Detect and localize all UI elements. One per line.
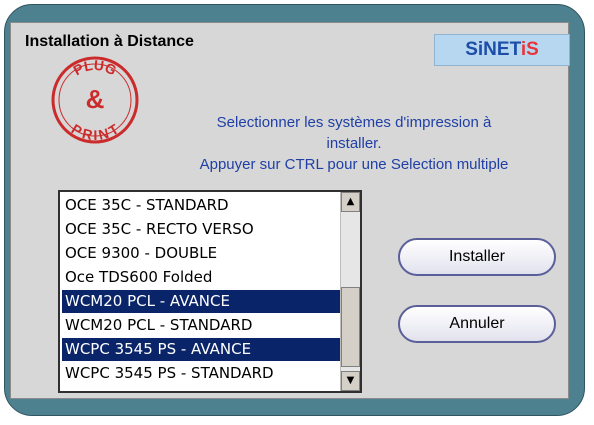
install-button[interactable]: Installer	[398, 238, 556, 276]
list-item[interactable]: OCE 35C - STANDARD	[62, 194, 341, 217]
logo-bottom-text: PRINT	[69, 120, 122, 143]
message-line: Selectionner les systèmes d'impression à	[216, 114, 492, 131]
list-item[interactable]: OCE 9300 - DOUBLE	[62, 242, 341, 265]
message-line: Appuyer sur CTRL pour une Selection mult…	[199, 156, 509, 173]
svg-text:PRINT: PRINT	[69, 120, 122, 143]
list-item[interactable]: WCPC 3545 PS - AVANCE	[62, 338, 341, 361]
dialog-title: Installation à Distance	[25, 33, 194, 50]
brand-part1: SiNET	[465, 39, 521, 60]
sinetis-logo: SiNETiS	[434, 34, 570, 66]
scroll-down-icon[interactable]: ▼	[341, 371, 360, 391]
scrollbar-thumb[interactable]	[341, 287, 360, 367]
cancel-button[interactable]: Annuler	[398, 305, 556, 343]
list-item[interactable]: Oce TDS600 Folded	[62, 266, 341, 289]
printer-listbox[interactable]: OCE 35C - STANDARD OCE 35C - RECTO VERSO…	[58, 190, 362, 393]
list-item[interactable]: WCPC 3545 PS - STANDARD	[62, 362, 341, 385]
list-item[interactable]: OCE 35C - RECTO VERSO	[62, 218, 341, 241]
instruction-message: Selectionner les systèmes d'impression à…	[154, 112, 554, 175]
logo-amp-text: &	[86, 84, 105, 114]
brand-part2: iS	[520, 39, 539, 60]
scroll-up-icon[interactable]: ▲	[341, 192, 360, 212]
list-scrollbar[interactable]: ▲ ▼	[340, 192, 360, 391]
plug-and-print-logo: PLUG & PRINT	[51, 56, 139, 144]
list-item[interactable]: WCM20 PCL - STANDARD	[62, 314, 341, 337]
list-item[interactable]: WCM20 PCL - AVANCE	[62, 290, 341, 313]
message-line: installer.	[326, 135, 382, 152]
